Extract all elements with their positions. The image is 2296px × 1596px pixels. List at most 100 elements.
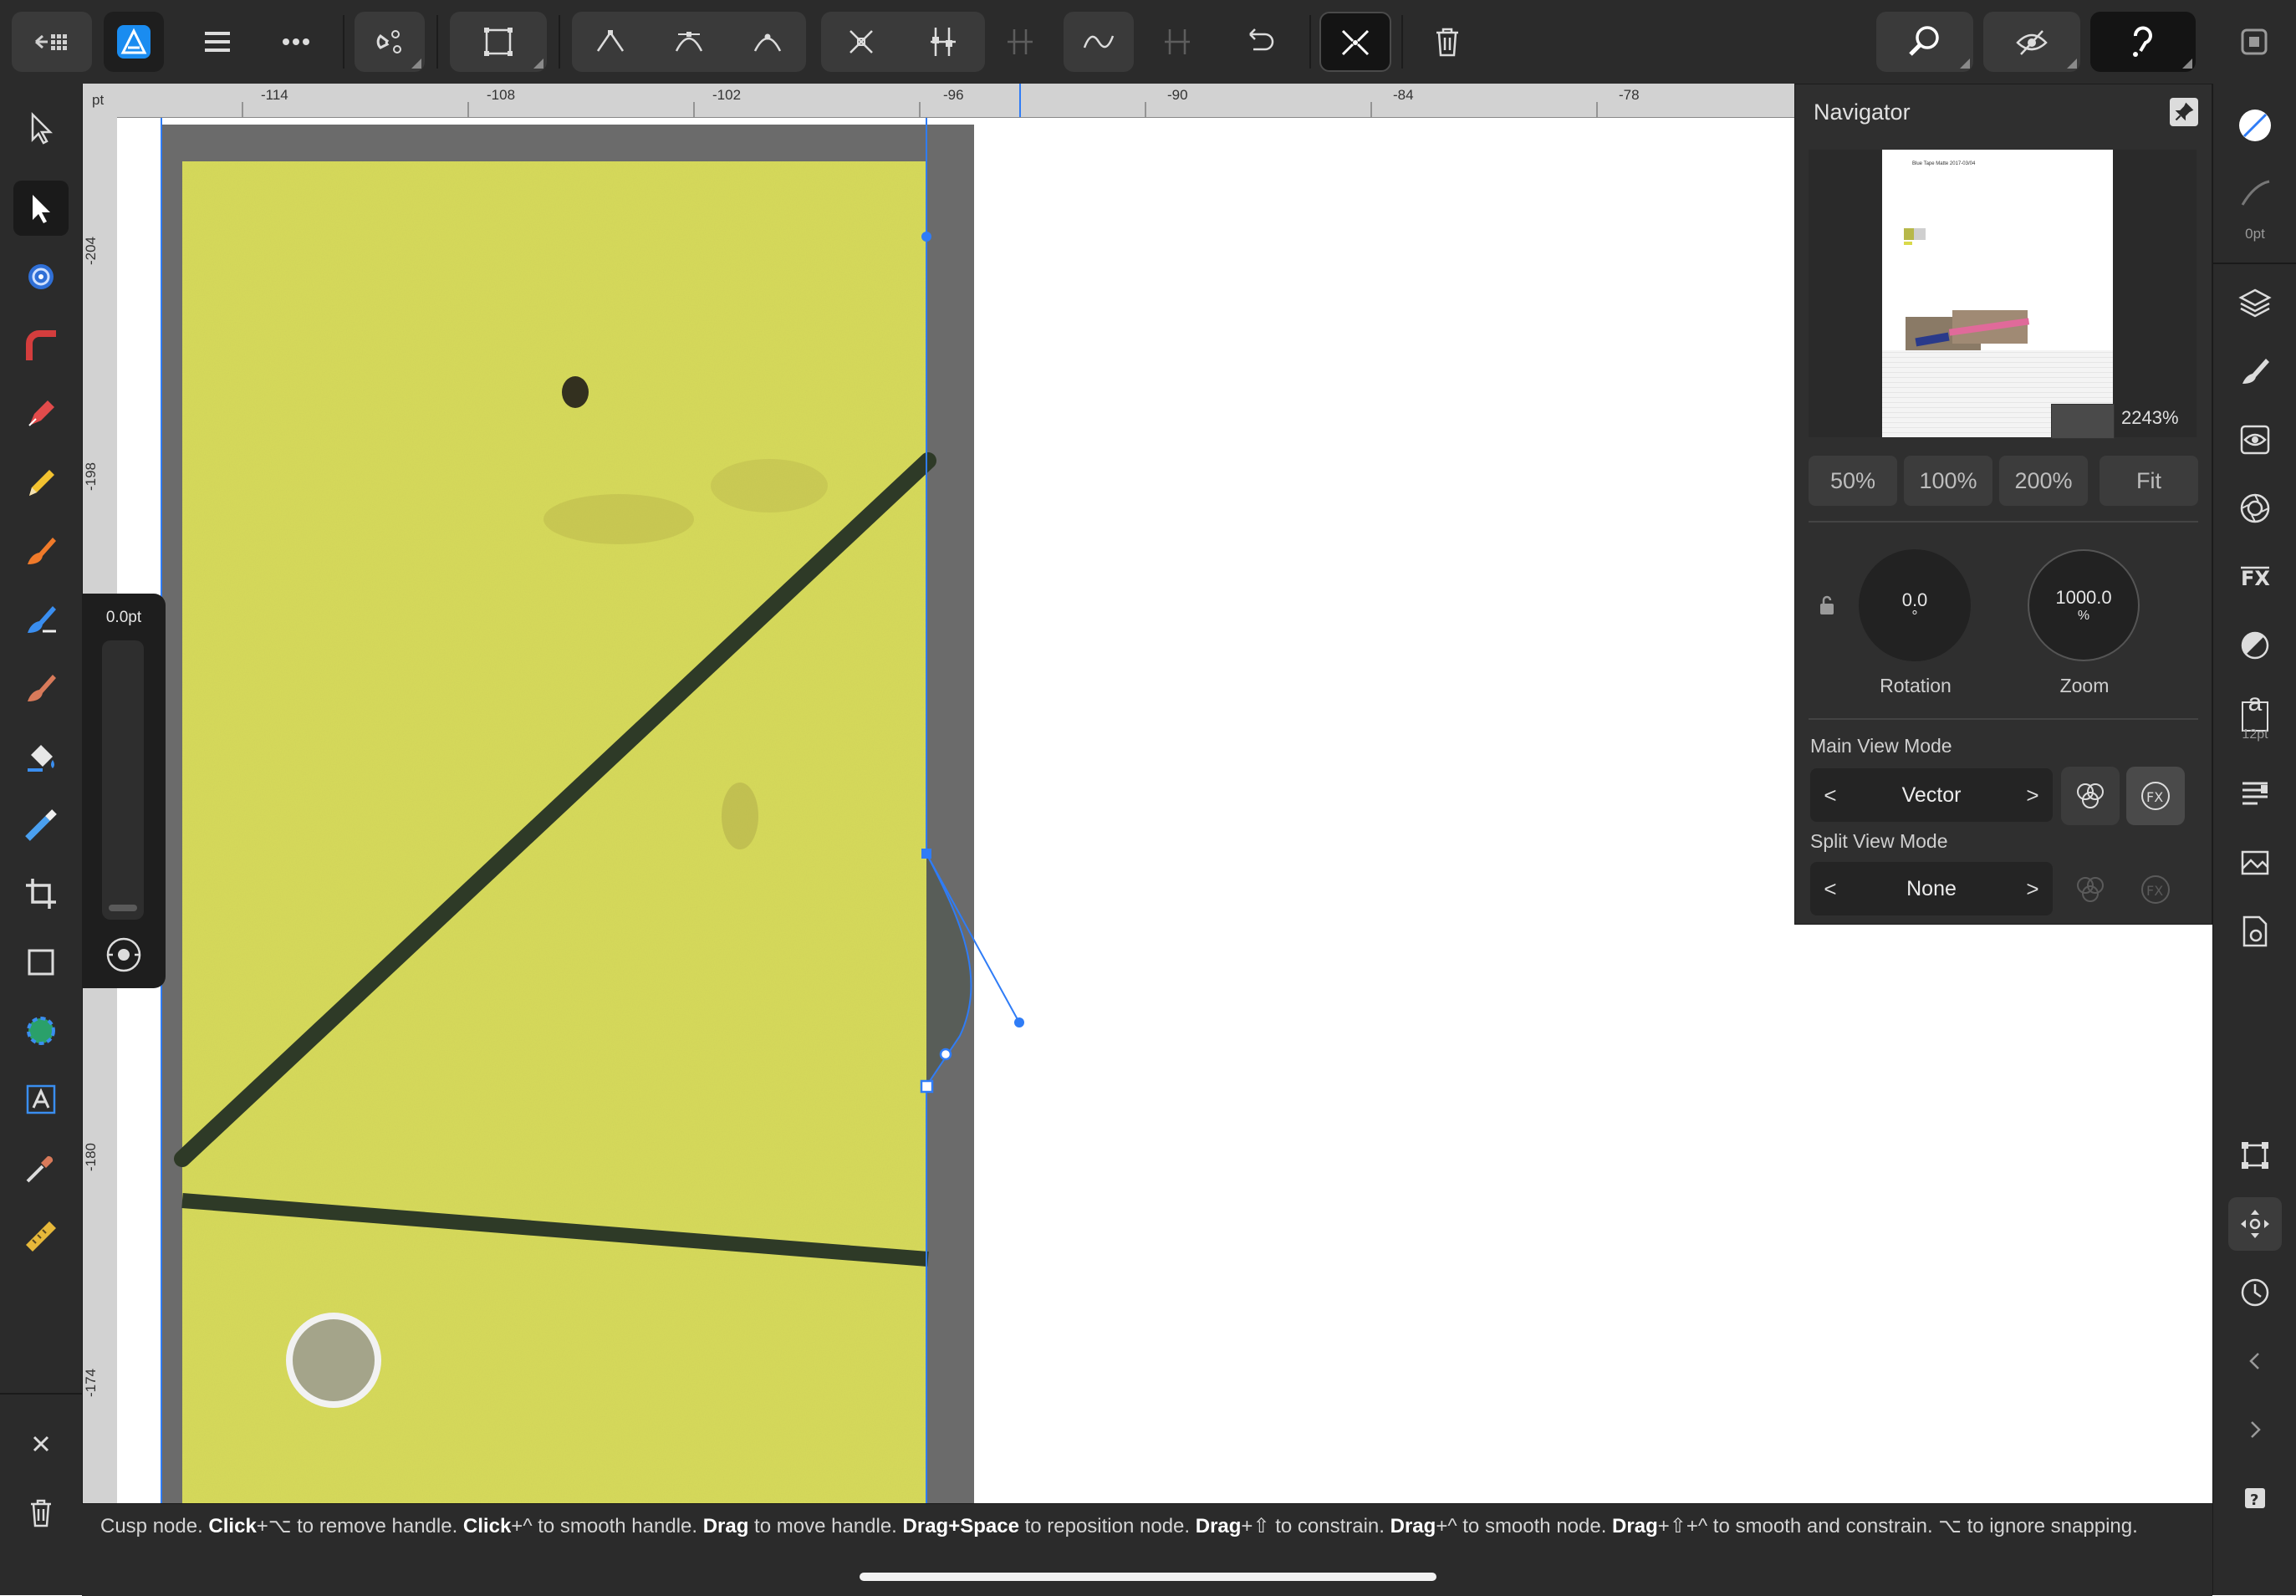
break-curve-button[interactable] xyxy=(821,12,901,72)
thumbnail-title: Blue Tape Matte 2017-03/04 xyxy=(1912,161,1976,166)
viewport-indicator[interactable] xyxy=(2051,404,2115,439)
transform-studio-button[interactable] xyxy=(2228,1129,2282,1182)
convert-curve-icon xyxy=(1083,35,1115,48)
rotation-dial[interactable]: 0.0 ° xyxy=(1859,549,1971,661)
yellow-paper-image[interactable] xyxy=(174,161,936,1503)
main-retina-mode-button[interactable] xyxy=(2061,767,2120,825)
pixel-brush-tool[interactable] xyxy=(13,660,69,716)
size-slider-thumb[interactable] xyxy=(109,905,137,911)
collapse-right-button[interactable] xyxy=(2228,1403,2282,1456)
convert-curve-button[interactable] xyxy=(1064,12,1134,72)
brushes-studio-button[interactable] xyxy=(2228,344,2282,398)
distribute-nodes-button[interactable] xyxy=(1142,12,1212,72)
split-fx-mode-button[interactable]: FX xyxy=(2126,860,2185,919)
zoom-unit: % xyxy=(2077,609,2090,623)
corner-tool[interactable] xyxy=(13,318,69,373)
more-button[interactable] xyxy=(261,12,331,72)
split-retina-mode-button[interactable] xyxy=(2061,860,2120,919)
bezier-handle-point[interactable] xyxy=(1014,1017,1024,1027)
collapse-left-button[interactable] xyxy=(2228,1334,2282,1388)
curve-handle-point[interactable] xyxy=(939,1048,952,1061)
navigator-studio-button[interactable] xyxy=(2228,1197,2282,1251)
fill-swatch[interactable] xyxy=(2228,99,2282,152)
align-nodes-button[interactable] xyxy=(985,12,1055,72)
size-slider-track[interactable] xyxy=(102,640,144,920)
trash-tool-button[interactable] xyxy=(13,1485,69,1540)
gradient-tool-icon xyxy=(25,809,57,841)
ruler-top-label-6: -78 xyxy=(1619,87,1640,103)
main-fx-mode-button[interactable]: FX xyxy=(2126,767,2185,825)
pencil-tool[interactable] xyxy=(13,455,69,510)
paragraph-studio-button[interactable] xyxy=(2228,767,2282,821)
smooth-node-button[interactable] xyxy=(651,12,727,72)
chevron-left-icon[interactable]: < xyxy=(1810,876,1850,902)
curve-node-bottom[interactable] xyxy=(920,1079,934,1094)
reverse-curve-button[interactable] xyxy=(1222,12,1299,72)
appearance-studio-button[interactable] xyxy=(2228,413,2282,467)
zoom-tool-button[interactable] xyxy=(1876,12,1973,72)
color-picker-tool[interactable] xyxy=(13,1140,69,1196)
snapping-button[interactable] xyxy=(355,12,425,72)
context-help-button[interactable]: ? xyxy=(2228,1471,2282,1525)
pen-tool[interactable] xyxy=(13,386,69,441)
shape-builder-tool[interactable] xyxy=(13,1003,69,1058)
transform-mode-button[interactable] xyxy=(1319,12,1391,72)
rectangle-tool[interactable] xyxy=(13,935,69,990)
pin-panel-button[interactable] xyxy=(2170,98,2198,126)
move-tool[interactable] xyxy=(13,100,69,156)
fill-brush-tool[interactable] xyxy=(13,592,69,647)
delete-button[interactable] xyxy=(1410,12,1485,72)
split-view-mode-stepper[interactable]: < None > xyxy=(1810,862,2053,915)
stroke-swatch[interactable] xyxy=(2228,167,2282,221)
point-transform-tool[interactable] xyxy=(13,249,69,304)
layers-studio-button[interactable] xyxy=(2228,276,2282,329)
back-grid-button[interactable] xyxy=(12,12,92,72)
history-studio-button[interactable] xyxy=(2228,1266,2282,1319)
navigator-preview[interactable]: Blue Tape Matte 2017-03/04 2243% xyxy=(1809,150,2197,439)
rotation-lock-button[interactable] xyxy=(1819,594,1835,616)
status-hint-part: Drag xyxy=(1612,1515,1658,1537)
main-view-mode-stepper[interactable]: < Vector > xyxy=(1810,768,2053,822)
vector-brush-tool[interactable] xyxy=(13,523,69,579)
artistic-text-tool[interactable] xyxy=(13,1072,69,1127)
designer-persona-button[interactable] xyxy=(104,12,164,72)
zoom-50-button[interactable]: 50% xyxy=(1809,456,1897,506)
sharp-node-button[interactable] xyxy=(572,12,649,72)
measure-tool[interactable] xyxy=(13,1209,69,1264)
fill-tool[interactable] xyxy=(13,729,69,784)
node-tool[interactable] xyxy=(13,181,69,236)
assets-studio-button[interactable] xyxy=(2228,836,2282,890)
window-button[interactable] xyxy=(2229,12,2279,72)
color-studio-button[interactable] xyxy=(2228,482,2282,535)
modifier-controller[interactable] xyxy=(286,1313,381,1408)
join-curves-button[interactable] xyxy=(903,12,983,72)
chevron-right-icon[interactable]: > xyxy=(2013,783,2053,808)
transform-box-icon xyxy=(484,28,513,56)
crop-tool[interactable] xyxy=(13,866,69,921)
smooth-node-icon xyxy=(675,32,703,52)
tools-panel xyxy=(0,84,83,1595)
zoom-100-button[interactable]: 100% xyxy=(1904,456,1992,506)
gradient-tool[interactable] xyxy=(13,798,69,853)
selected-cusp-node[interactable] xyxy=(921,849,931,859)
slider-mode-button[interactable] xyxy=(104,935,144,975)
view-tool-button[interactable] xyxy=(1983,12,2080,72)
smart-node-button[interactable] xyxy=(729,12,806,72)
document-settings-button[interactable] xyxy=(2228,905,2282,958)
zoom-200-button[interactable]: 200% xyxy=(1999,456,2088,506)
menu-button[interactable] xyxy=(182,12,253,72)
size-slider[interactable]: 0.0pt xyxy=(82,594,166,988)
chevron-left-icon[interactable]: < xyxy=(1810,783,1850,808)
curve-node-top[interactable] xyxy=(921,232,931,242)
toolbar-separator xyxy=(436,15,438,69)
help-button[interactable] xyxy=(2090,12,2196,72)
status-hint-part: +⇧+^ to smooth and constrain. ⌥ to ignor… xyxy=(1657,1515,2138,1537)
zoom-dial[interactable]: 1000.0 % xyxy=(2028,549,2140,661)
effects-studio-button[interactable]: FX xyxy=(2228,550,2282,604)
chevron-right-icon[interactable]: > xyxy=(2013,876,2053,902)
zoom-fit-button[interactable]: Fit xyxy=(2100,456,2198,506)
adjustments-studio-button[interactable] xyxy=(2228,619,2282,672)
close-tool-button[interactable] xyxy=(13,1416,69,1471)
transform-box-button[interactable] xyxy=(450,12,547,72)
home-indicator[interactable] xyxy=(860,1573,1436,1581)
